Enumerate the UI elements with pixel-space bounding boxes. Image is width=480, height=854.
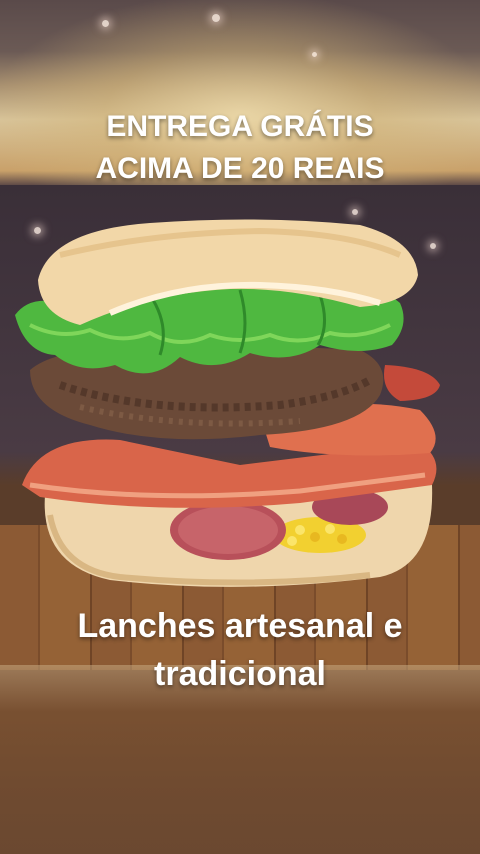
bokeh-light [102,20,109,27]
ham-slice [384,365,440,401]
promo-line-1: ENTREGA GRÁTIS [106,110,374,143]
burger-photo [0,185,480,670]
hamburger-illustration [15,219,440,587]
delivery-promo-text: ENTREGA GRÁTIS ACIMA DE 20 REAIS [0,106,480,190]
bokeh-light [312,52,317,57]
story-frame: ENTREGA GRÁTIS ACIMA DE 20 REAIS Lanches… [0,0,480,854]
promo-line-2: ACIMA DE 20 REAIS [95,152,385,185]
tagline-line-2: tradicional [154,655,326,693]
tagline-text: Lanches artesanal e tradicional [0,602,480,698]
tagline-line-1: Lanches artesanal e [77,607,403,645]
bokeh-light [212,14,220,22]
